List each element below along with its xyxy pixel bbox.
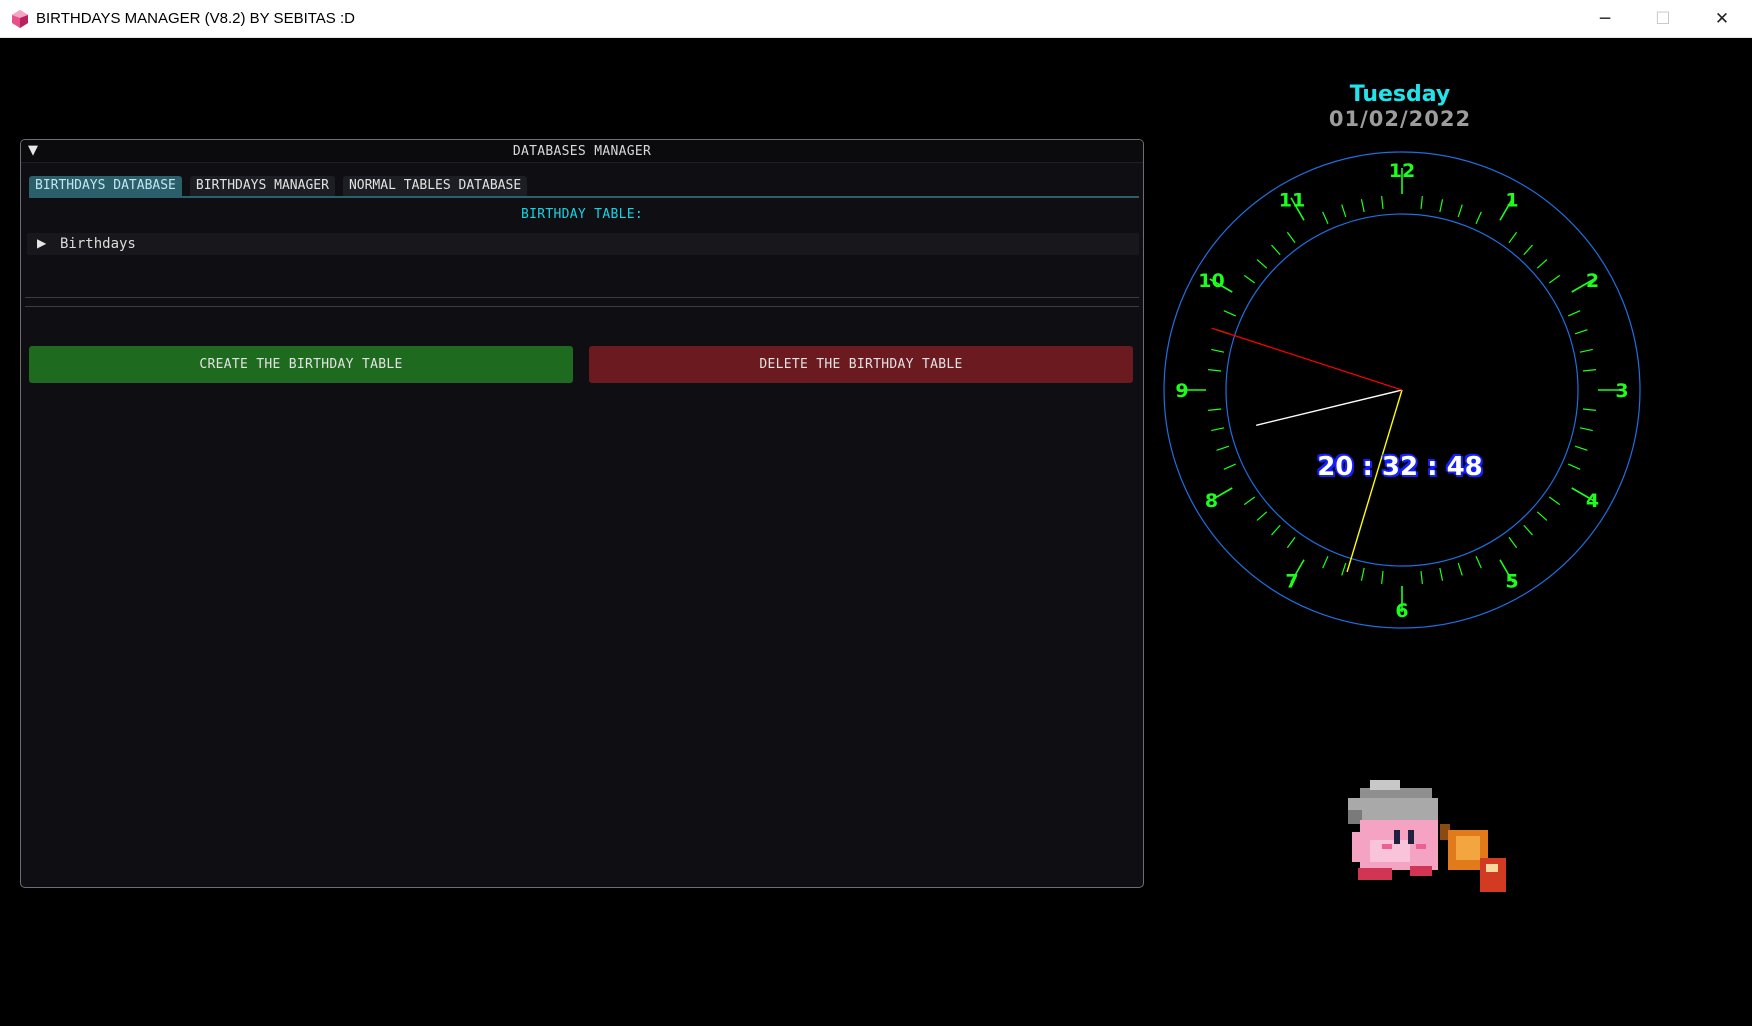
clock-tick xyxy=(1381,196,1384,210)
tab-birthdays-manager[interactable]: BIRTHDAYS MANAGER xyxy=(189,176,335,196)
tree-node-birthdays[interactable]: ▶ Birthdays xyxy=(27,233,1139,255)
maximize-button[interactable]: ☐ xyxy=(1634,0,1692,38)
tab-bar: BIRTHDAYS DATABASE BIRTHDAYS MANAGER NOR… xyxy=(29,176,528,196)
clock-tick xyxy=(1475,211,1482,224)
clock-tick xyxy=(1420,570,1423,584)
clock-number: 6 xyxy=(1395,600,1408,622)
clock-number: 5 xyxy=(1505,571,1518,593)
clock-tick xyxy=(1256,511,1268,521)
clock-tick xyxy=(1271,524,1281,536)
clock-tick xyxy=(1420,196,1423,210)
clock-tick xyxy=(1360,199,1365,213)
clock-tick xyxy=(1548,274,1561,284)
clock-tick xyxy=(1286,536,1296,549)
create-birthday-table-button[interactable]: CREATE THE BIRTHDAY TABLE xyxy=(29,346,573,383)
clock-tick xyxy=(1223,463,1236,470)
clock-tick xyxy=(1208,369,1222,372)
tab-birthdays-database[interactable]: BIRTHDAYS DATABASE xyxy=(29,176,182,196)
clock-tick xyxy=(1216,445,1230,451)
clock-tick xyxy=(1582,369,1596,372)
clock-number: 3 xyxy=(1615,380,1628,402)
panel-header[interactable]: ▼ DATABASES MANAGER xyxy=(21,140,1143,163)
digital-time: 20 : 32 : 48 xyxy=(1317,452,1483,482)
clock-number: 7 xyxy=(1285,571,1298,593)
clock-tick xyxy=(1381,570,1384,584)
panel-title: DATABASES MANAGER xyxy=(512,144,652,159)
clock-tick xyxy=(1574,329,1588,335)
pink-gem-icon xyxy=(12,10,28,28)
clock-tick xyxy=(1568,310,1581,317)
hour-hand xyxy=(1256,389,1403,426)
tree-node-label: Birthdays xyxy=(60,236,136,252)
clock-number: 11 xyxy=(1279,189,1305,211)
clock-tick xyxy=(1271,244,1281,256)
clock-number: 4 xyxy=(1586,490,1599,512)
tab-underline xyxy=(29,196,1139,198)
clock-tick xyxy=(1536,511,1548,521)
window-title: BIRTHDAYS MANAGER (V8.2) BY SEBITAS :D xyxy=(36,10,355,27)
clock-tick xyxy=(1457,562,1463,576)
clock-tick xyxy=(1360,567,1365,581)
tab-normal-tables-database[interactable]: NORMAL TABLES DATABASE xyxy=(342,176,528,196)
minimize-button[interactable]: ─ xyxy=(1576,0,1634,38)
databases-manager-panel: ▼ DATABASES MANAGER BIRTHDAYS DATABASE B… xyxy=(20,139,1144,888)
clock-tick xyxy=(1548,496,1561,506)
clock-tick xyxy=(1582,408,1596,411)
delete-birthday-table-button[interactable]: DELETE THE BIRTHDAY TABLE xyxy=(589,346,1133,383)
clock-tick xyxy=(1341,562,1347,576)
clock-tick xyxy=(1286,231,1296,244)
close-button[interactable]: ✕ xyxy=(1693,0,1751,38)
clock-tick xyxy=(1457,204,1463,218)
birthday-table-label: BIRTHDAY TABLE: xyxy=(521,207,643,222)
title-bar: BIRTHDAYS MANAGER (V8.2) BY SEBITAS :D ─… xyxy=(0,0,1752,38)
clock-tick xyxy=(1211,427,1225,432)
divider xyxy=(25,297,1139,298)
clock-tick xyxy=(1579,427,1593,432)
clock-tick xyxy=(1568,463,1581,470)
analog-clock: 121234567891011 xyxy=(1163,151,1641,629)
clock-tick xyxy=(1523,524,1533,536)
clock-tick xyxy=(1579,348,1593,353)
clock-number: 12 xyxy=(1389,160,1415,182)
clock-face: 121234567891011 xyxy=(1163,151,1641,629)
clock-tick xyxy=(1322,211,1329,224)
second-hand xyxy=(1211,327,1403,391)
clock-tick xyxy=(1574,445,1588,451)
current-date: 01/02/2022 xyxy=(1328,107,1472,131)
expand-arrow-icon[interactable]: ▶ xyxy=(37,236,46,250)
clock-number: 10 xyxy=(1198,270,1224,292)
clock-tick xyxy=(1439,199,1444,213)
clock-tick xyxy=(1439,567,1444,581)
clock-number: 9 xyxy=(1175,380,1188,402)
divider xyxy=(25,306,1139,307)
clock-number: 1 xyxy=(1505,189,1518,211)
clock-tick xyxy=(1223,310,1236,317)
clock-tick xyxy=(1243,274,1256,284)
clock-tick xyxy=(1243,496,1256,506)
clock-tick xyxy=(1341,204,1347,218)
clock-tick xyxy=(1475,556,1482,569)
clock-tick xyxy=(1322,556,1329,569)
clock-number: 2 xyxy=(1586,270,1599,292)
clock-tick xyxy=(1208,408,1222,411)
clock-tick xyxy=(1256,259,1268,269)
clock-tick xyxy=(1508,536,1518,549)
clock-tick xyxy=(1523,244,1533,256)
clock-tick xyxy=(1536,259,1548,269)
kirby-hammer-icon xyxy=(1348,780,1506,892)
clock-tick xyxy=(1508,231,1518,244)
clock-number: 8 xyxy=(1205,490,1218,512)
clock-tick xyxy=(1211,348,1225,353)
day-of-week: Tuesday xyxy=(1349,82,1451,107)
